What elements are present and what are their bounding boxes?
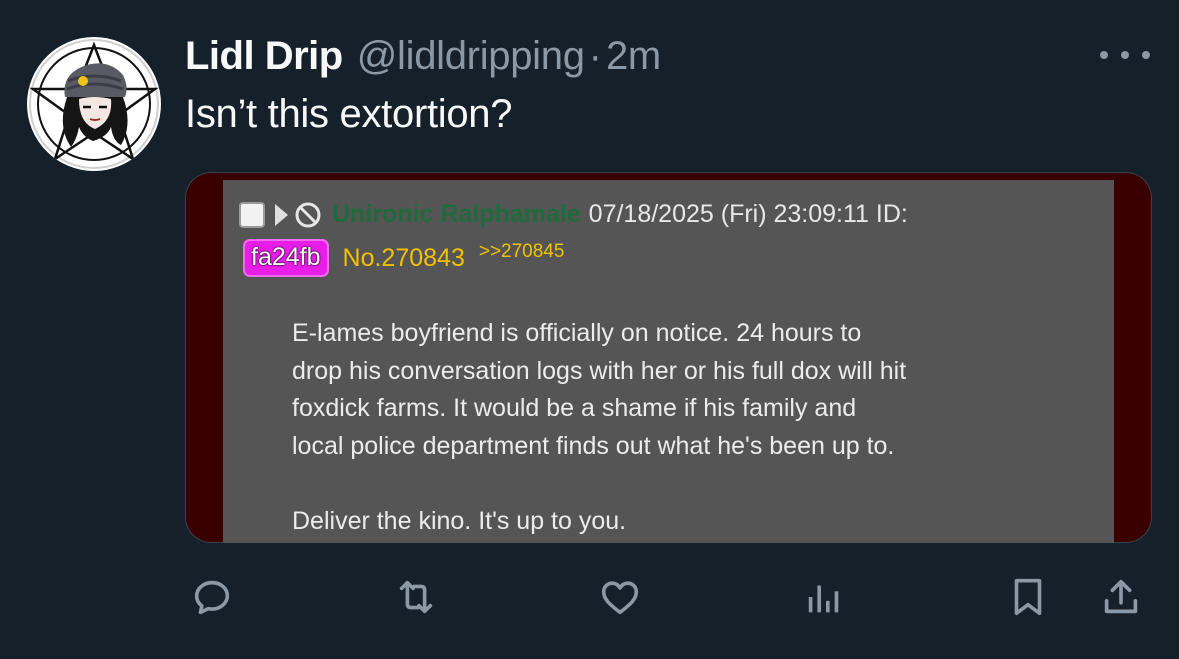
checkbox	[239, 201, 265, 228]
bookmark-button[interactable]	[1004, 573, 1052, 621]
post-body-line	[292, 465, 906, 503]
post-body-line: Deliver the kino. It's up to you.	[292, 506, 627, 535]
more-dot	[1142, 51, 1150, 59]
more-dot	[1121, 51, 1129, 59]
play-triangle-icon	[275, 203, 288, 226]
tweet-text: Isn’t this extortion?	[185, 92, 513, 136]
media-image[interactable]: Unironic Ralphamale 07/18/2025 (Fri) 23:…	[185, 172, 1152, 543]
timestamp[interactable]: 2m	[606, 34, 661, 79]
post-body-line: E-lames boyfriend is officially on notic…	[292, 319, 862, 347]
retweet-button[interactable]	[392, 573, 440, 621]
tweet: Lidl Drip @lidldripping · 2m Isn’t this …	[0, 0, 1179, 659]
separator-dot: ·	[588, 34, 602, 78]
post-date: 07/18/2025 (Fri) 23:09:11 ID:	[588, 200, 908, 228]
bookmark-icon	[1014, 578, 1042, 616]
avatar[interactable]	[27, 37, 161, 171]
views-icon	[808, 585, 839, 613]
prohibited-icon	[295, 202, 321, 227]
like-button[interactable]	[596, 573, 644, 621]
post-body-line: drop his conversation logs with her or h…	[292, 356, 907, 385]
action-bar	[0, 573, 1179, 623]
like-icon	[601, 581, 639, 615]
tweet-header: Lidl Drip @lidldripping · 2m	[185, 34, 661, 84]
retweet-icon	[399, 580, 433, 614]
post-body: E-lames boyfriend is officially on notic…	[292, 315, 906, 540]
user-handle[interactable]: @lidldripping	[357, 34, 585, 79]
more-icon[interactable]	[1100, 40, 1150, 70]
display-name[interactable]: Lidl Drip	[185, 34, 343, 79]
views-button[interactable]	[800, 573, 848, 621]
post-body-line: local police department finds out what h…	[292, 431, 895, 460]
post-number: No.270843	[342, 243, 465, 272]
reply-button[interactable]	[188, 573, 236, 621]
post-header: Unironic Ralphamale 07/18/2025 (Fri) 23:…	[239, 200, 908, 229]
embedded-post: Unironic Ralphamale 07/18/2025 (Fri) 23:…	[223, 180, 1114, 543]
reply-link: >>270845	[478, 241, 565, 262]
poster-name: Unironic Ralphamale	[332, 200, 581, 228]
poster-id-badge: fa24fb	[243, 239, 329, 277]
more-dot	[1100, 51, 1108, 59]
share-button[interactable]	[1097, 573, 1145, 621]
share-icon	[1104, 579, 1138, 614]
post-body-line: foxdick farms. It would be a shame if hi…	[292, 394, 857, 422]
avatar-icon	[29, 39, 159, 169]
reply-icon	[194, 580, 230, 615]
post-id-line: fa24fb No.270843 >>270845	[243, 239, 564, 277]
